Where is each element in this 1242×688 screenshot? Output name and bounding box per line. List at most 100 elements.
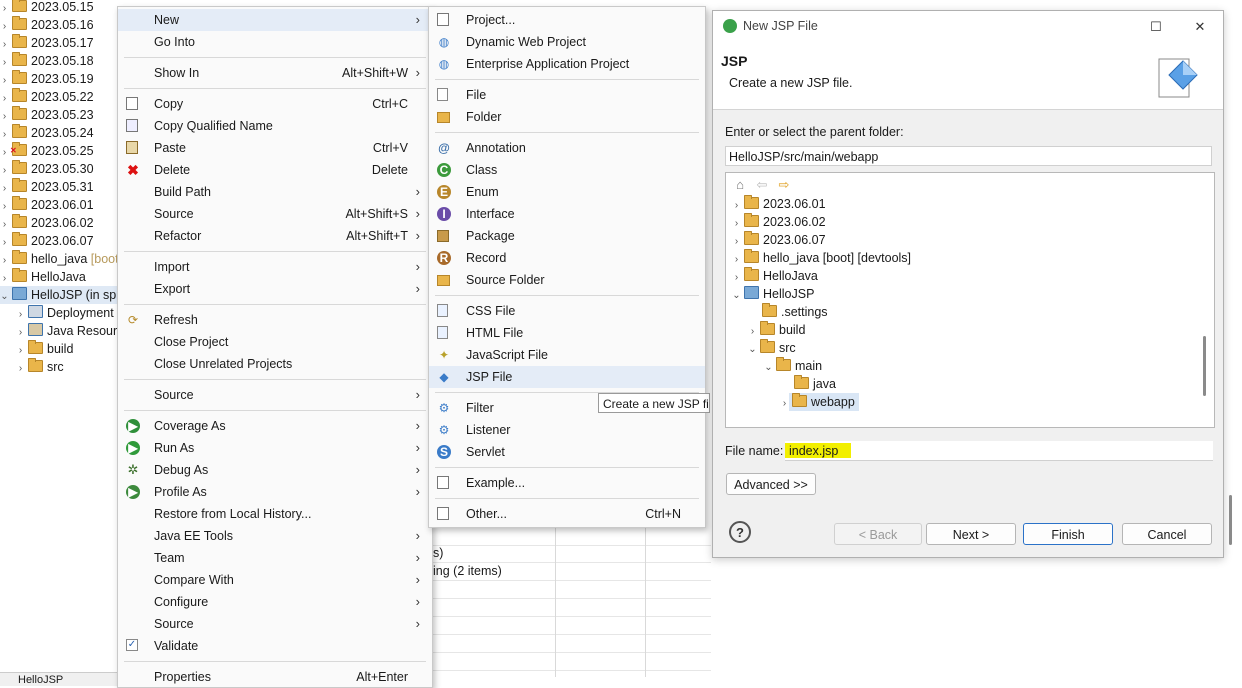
menu-item-close-unrelated-projects[interactable]: Close Unrelated Projects — [118, 353, 432, 375]
menu-item-restore-local-history[interactable]: Restore from Local History... — [118, 503, 432, 525]
menu-item-delete[interactable]: ✖ Delete Delete — [118, 159, 432, 181]
tree-item-build[interactable]: › build — [16, 340, 73, 358]
dlg-tree-item-hellojava[interactable]: › HelloJava — [732, 267, 818, 285]
dlg-tree-item-2023-06-07[interactable]: › 2023.06.07 — [732, 231, 826, 249]
menu-item-properties[interactable]: Properties Alt+Enter — [118, 666, 432, 688]
parent-folder-input[interactable]: HelloJSP/src/main/webapp — [725, 146, 1212, 166]
finish-button[interactable]: Finish — [1023, 523, 1113, 545]
chevron-right-icon[interactable]: › — [16, 360, 25, 378]
home-icon[interactable]: ⌂ — [732, 177, 748, 193]
back-button[interactable]: < Back — [834, 523, 922, 545]
maximize-button[interactable]: ☐ — [1141, 15, 1171, 39]
dlg-tree-item-java[interactable]: java — [782, 375, 836, 393]
menu-item-java-ee-tools[interactable]: Java EE Tools › — [118, 525, 432, 547]
cancel-button[interactable]: Cancel — [1122, 523, 1212, 545]
menu-item-go-into[interactable]: Go Into — [118, 31, 432, 53]
menu-item-refresh[interactable]: ⟳ Refresh — [118, 309, 432, 331]
submenu-item-annotation[interactable]: @ Annotation — [429, 137, 705, 159]
tree-scrollbar[interactable] — [1203, 336, 1206, 396]
tree-item-2023-05-23[interactable]: › 2023.05.23 — [0, 106, 94, 124]
menu-item-refactor[interactable]: Refactor Alt+Shift+T › — [118, 225, 432, 247]
menu-item-build-path[interactable]: Build Path › — [118, 181, 432, 203]
menu-item-profile-as[interactable]: ▶ Profile As › — [118, 481, 432, 503]
chevron-down-icon[interactable]: ⌄ — [0, 288, 9, 306]
menu-item-export[interactable]: Export › — [118, 278, 432, 300]
tree-item-2023-05-25[interactable]: ›2023.05.25 — [0, 142, 94, 160]
menu-item-configure[interactable]: Configure › — [118, 591, 432, 613]
chevron-down-icon[interactable]: ⌄ — [748, 341, 757, 359]
menu-item-new[interactable]: New › — [118, 9, 432, 31]
submenu-item-interface[interactable]: I Interface — [429, 203, 705, 225]
tree-item-hello-java[interactable]: › hello_java [boot — [0, 250, 118, 268]
menu-item-source[interactable]: Source Alt+Shift+S › — [118, 203, 432, 225]
dlg-tree-item-main[interactable]: ⌄ main — [764, 357, 822, 375]
dialog-titlebar[interactable]: New JSP File ☐ ✕ — [713, 11, 1223, 43]
menu-item-debug-as[interactable]: ✲ Debug As › — [118, 459, 432, 481]
chevron-down-icon[interactable]: ⌄ — [764, 359, 773, 377]
menu-item-validate[interactable]: ✓ Validate — [118, 635, 432, 657]
tree-item-src[interactable]: › src — [16, 358, 64, 376]
submenu-item-example[interactable]: Example... — [429, 472, 705, 494]
dlg-tree-item-2023-06-01[interactable]: › 2023.06.01 — [732, 195, 826, 213]
tree-item-2023-05-22[interactable]: › 2023.05.22 — [0, 88, 94, 106]
dlg-tree-item-src[interactable]: ⌄ src — [748, 339, 796, 357]
dlg-tree-item-build[interactable]: › build — [748, 321, 805, 339]
menu-item-copy[interactable]: Copy Ctrl+C — [118, 93, 432, 115]
dlg-tree-item-settings[interactable]: .settings — [750, 303, 828, 321]
file-name-input[interactable]: index.jsp — [785, 441, 1213, 461]
menu-item-run-as[interactable]: ▶ Run As › — [118, 437, 432, 459]
submenu-item-project[interactable]: Project... — [429, 9, 705, 31]
dialog-scrollbar[interactable] — [1229, 495, 1232, 545]
forward-arrow-icon[interactable]: ⇨ — [776, 177, 792, 193]
tree-item-2023-05-24[interactable]: › 2023.05.24 — [0, 124, 94, 142]
submenu-item-listener[interactable]: ⚙ Listener — [429, 419, 705, 441]
tree-item-2023-05-18[interactable]: › 2023.05.18 — [0, 52, 94, 70]
submenu-item-source-folder[interactable]: Source Folder — [429, 269, 705, 291]
menu-item-source-2[interactable]: Source › — [118, 384, 432, 406]
submenu-item-enum[interactable]: E Enum — [429, 181, 705, 203]
submenu-item-enterprise-app-project[interactable]: ◍ Enterprise Application Project — [429, 53, 705, 75]
tree-item-2023-06-02[interactable]: › 2023.06.02 — [0, 214, 94, 232]
submenu-item-other[interactable]: Other... Ctrl+N — [429, 503, 705, 525]
menu-item-coverage-as[interactable]: ▶ Coverage As › — [118, 415, 432, 437]
dlg-tree-item-hellojsp[interactable]: ⌄ HelloJSP — [732, 285, 814, 303]
tree-item-2023-06-01[interactable]: › 2023.06.01 — [0, 196, 94, 214]
next-button[interactable]: Next > — [926, 523, 1016, 545]
submenu-item-package[interactable]: Package — [429, 225, 705, 247]
tree-item-2023-05-16[interactable]: › 2023.05.16 — [0, 16, 94, 34]
tree-item-deployment[interactable]: › Deployment — [16, 304, 114, 322]
menu-item-close-project[interactable]: Close Project — [118, 331, 432, 353]
close-button[interactable]: ✕ — [1185, 15, 1215, 39]
submenu-item-folder[interactable]: Folder — [429, 106, 705, 128]
submenu-item-jsp-file[interactable]: ◆ JSP File — [429, 366, 705, 388]
submenu-item-css-file[interactable]: CSS File — [429, 300, 705, 322]
dlg-tree-item-webapp[interactable]: › webapp — [780, 393, 859, 411]
tree-item-2023-05-19[interactable]: › 2023.05.19 — [0, 70, 94, 88]
menu-item-source-3[interactable]: Source › — [118, 613, 432, 635]
dlg-tree-item-hello-java[interactable]: › hello_java [boot] [devtools] — [732, 249, 911, 267]
chevron-down-icon[interactable]: ⌄ — [732, 287, 741, 305]
tree-item-2023-05-15[interactable]: › 2023.05.15 — [0, 0, 94, 16]
menu-item-team[interactable]: Team › — [118, 547, 432, 569]
submenu-item-javascript-file[interactable]: ✦ JavaScript File — [429, 344, 705, 366]
advanced-button[interactable]: Advanced >> — [726, 473, 816, 495]
menu-item-compare-with[interactable]: Compare With › — [118, 569, 432, 591]
bottom-tab[interactable]: HelloJSP — [0, 672, 118, 686]
menu-item-paste[interactable]: Paste Ctrl+V — [118, 137, 432, 159]
dlg-tree-item-2023-06-02[interactable]: › 2023.06.02 — [732, 213, 826, 231]
submenu-item-dynamic-web-project[interactable]: ◍ Dynamic Web Project — [429, 31, 705, 53]
tree-item-2023-05-17[interactable]: › 2023.05.17 — [0, 34, 94, 52]
tree-item-hellojsp[interactable]: ⌄ HelloJSP (in spr — [0, 286, 118, 304]
submenu-item-class[interactable]: C Class — [429, 159, 705, 181]
chevron-right-icon[interactable]: › — [780, 395, 789, 413]
submenu-item-file[interactable]: File — [429, 84, 705, 106]
menu-item-show-in[interactable]: Show In Alt+Shift+W › — [118, 62, 432, 84]
tree-item-hellojava[interactable]: › HelloJava — [0, 268, 86, 286]
submenu-item-record[interactable]: R Record — [429, 247, 705, 269]
submenu-item-servlet[interactable]: S Servlet — [429, 441, 705, 463]
tree-item-2023-05-30[interactable]: › 2023.05.30 — [0, 160, 94, 178]
back-arrow-icon[interactable]: ⇦ — [754, 177, 770, 193]
menu-item-import[interactable]: Import › — [118, 256, 432, 278]
tree-item-java-resources[interactable]: › Java Resourc — [16, 322, 118, 340]
tree-item-2023-05-31[interactable]: › 2023.05.31 — [0, 178, 94, 196]
